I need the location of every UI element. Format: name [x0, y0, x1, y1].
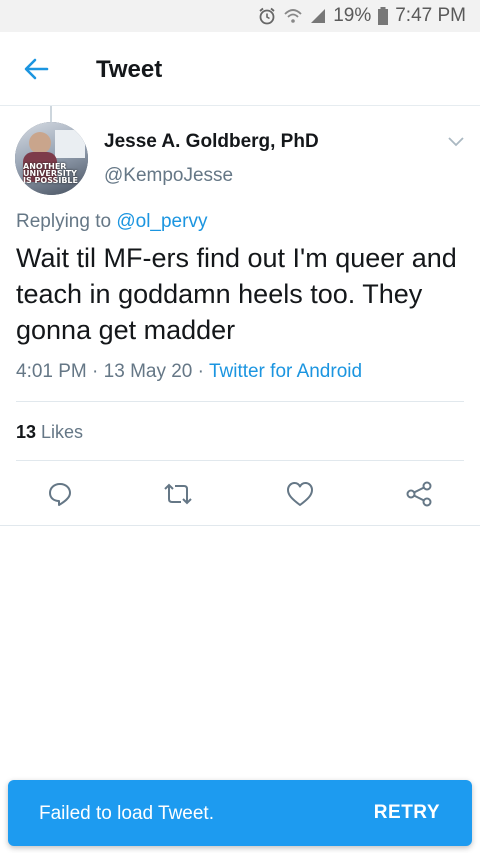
avatar-head — [29, 132, 51, 154]
reply-context: Replying to @ol_pervy — [16, 211, 207, 233]
wifi-icon — [283, 6, 303, 26]
likes-label: Likes — [36, 422, 84, 442]
app-bar: Tweet — [0, 32, 480, 106]
back-button[interactable] — [18, 53, 54, 85]
tweet-meta: 4:01 PM · 13 May 20 · Twitter for Androi… — [16, 361, 362, 383]
tweet-time: 4:01 PM — [16, 361, 87, 382]
page-title: Tweet — [96, 56, 163, 83]
avatar[interactable]: ANOTHER UNIVERSITY IS POSSIBLE — [15, 122, 88, 195]
reply-mention-link[interactable]: @ol_pervy — [116, 211, 207, 232]
snackbar-message: Failed to load Tweet. — [39, 803, 214, 824]
reply-icon — [49, 483, 71, 506]
tweet-source-link[interactable]: Twitter for Android — [209, 361, 362, 382]
share-icon — [406, 481, 432, 507]
chevron-down-icon[interactable] — [446, 134, 466, 150]
author-name[interactable]: Jesse A. Goldberg, PhD — [104, 131, 319, 153]
retweet-button[interactable] — [163, 479, 193, 509]
share-button[interactable] — [404, 479, 434, 509]
like-button[interactable] — [285, 479, 315, 509]
heart-icon — [287, 482, 313, 506]
divider — [0, 525, 480, 526]
retweet-icon — [164, 483, 192, 505]
arrow-left-icon — [24, 58, 49, 80]
status-bar: 19% 7:47 PM — [0, 0, 480, 32]
reply-button[interactable] — [45, 479, 75, 509]
status-time: 7:47 PM — [395, 5, 466, 26]
status-icons: 19% 7:47 PM — [257, 0, 466, 32]
tweet-text: Wait til MF-ers find out I'm queer and t… — [16, 243, 457, 345]
retry-button[interactable]: RETRY — [374, 802, 440, 824]
avatar-caption: ANOTHER UNIVERSITY IS POSSIBLE — [23, 162, 78, 185]
likes-count[interactable]: 13 Likes — [16, 422, 83, 443]
alarm-icon — [257, 6, 277, 26]
meta-separator: · — [86, 361, 104, 382]
thread-connector — [50, 106, 52, 122]
likes-number: 13 — [16, 422, 37, 442]
signal-icon — [309, 7, 327, 25]
avatar-board — [55, 130, 85, 158]
battery-percent: 19% — [333, 5, 372, 26]
reply-prefix: Replying to — [16, 211, 117, 232]
tweet-date: 13 May 20 — [103, 361, 193, 382]
error-snackbar: Failed to load Tweet. RETRY — [8, 780, 472, 846]
meta-separator: · — [192, 361, 209, 382]
author-handle[interactable]: @KempoJesse — [104, 165, 233, 187]
battery-icon — [377, 6, 389, 26]
divider — [16, 401, 464, 402]
divider — [16, 460, 464, 461]
